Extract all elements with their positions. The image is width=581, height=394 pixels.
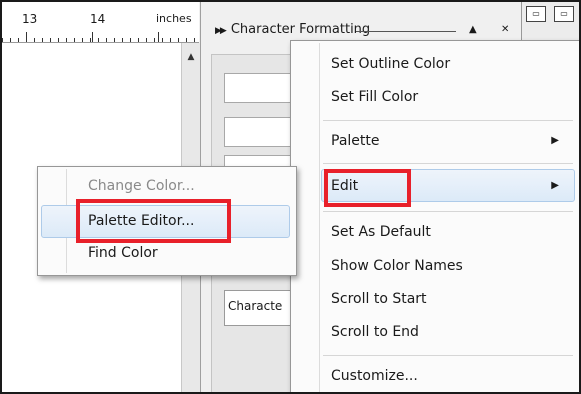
panel-close-icon[interactable]: ✕ [501, 24, 509, 35]
menu-item-set-as-default[interactable]: Set As Default [331, 218, 571, 246]
menu-item-set-outline-color[interactable]: Set Outline Color [331, 50, 571, 78]
app-window: 13 14 inches ▲ ▶▶ Character Formatting ▲ … [0, 0, 581, 394]
panel-scroll-up-icon[interactable]: ▲ [469, 24, 477, 35]
menu-gutter [319, 43, 320, 392]
submenu-item-find-color[interactable]: Find Color [88, 240, 158, 266]
ruler-label-14: 14 [90, 12, 106, 26]
menu-item-scroll-to-start[interactable]: Scroll to Start [331, 285, 571, 313]
panel-collapse-icon-2[interactable]: ▭ [554, 6, 574, 22]
highlight-box-edit [324, 169, 411, 207]
size-field[interactable] [224, 117, 294, 147]
submenu-arrow-icon: ▶ [551, 180, 559, 191]
panel-title: ▶▶ Character Formatting [215, 22, 371, 37]
menu-item-palette[interactable]: Palette ▶ [331, 127, 571, 155]
ruler-label-13: 13 [22, 12, 38, 26]
menu-separator [323, 211, 573, 212]
menu-separator [323, 355, 573, 356]
horizontal-ruler: 13 14 inches [2, 2, 199, 43]
menu-separator [323, 163, 573, 164]
font-field[interactable] [224, 73, 294, 103]
palette-context-menu: Set Outline Color Set Fill Color Palette… [290, 40, 579, 392]
menu-item-show-color-names[interactable]: Show Color Names [331, 252, 571, 280]
character-combo[interactable]: Characte [224, 290, 294, 326]
ruler-unit: inches [156, 12, 192, 25]
menu-item-scroll-to-end[interactable]: Scroll to End [331, 318, 571, 346]
ruler-ticks [2, 32, 199, 42]
highlight-box-palette-editor [76, 199, 231, 243]
scroll-up-arrow-icon[interactable]: ▲ [183, 49, 199, 65]
menu-item-set-fill-color[interactable]: Set Fill Color [331, 83, 571, 111]
panel-title-rule [356, 31, 456, 32]
panel-collapse-icon[interactable]: ▭ [526, 6, 546, 22]
submenu-item-change-color[interactable]: Change Color... [88, 173, 195, 199]
panel-expand-icon[interactable]: ▶▶ [215, 26, 227, 36]
menu-separator [323, 120, 573, 121]
submenu-arrow-icon: ▶ [551, 135, 559, 146]
menu-item-customize[interactable]: Customize... [331, 362, 571, 390]
